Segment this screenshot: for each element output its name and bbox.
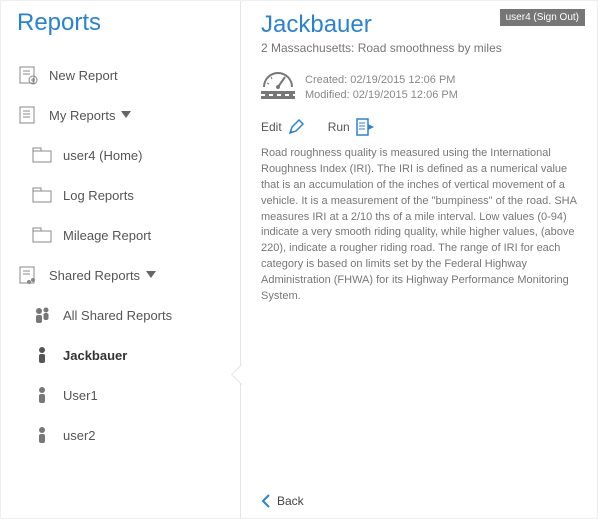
nav-label: New Report	[49, 68, 118, 83]
caret-down-icon	[146, 271, 156, 279]
gauge-icon	[261, 69, 295, 89]
nav-all-shared[interactable]: All Shared Reports	[17, 295, 240, 335]
nav-label: user2	[63, 428, 96, 443]
action-label: Edit	[261, 120, 282, 134]
main-panel: user4 (Sign Out) Jackbauer 2 Massachuset…	[241, 1, 597, 518]
nav-mileage-report[interactable]: Mileage Report	[17, 215, 240, 255]
description-text: Road roughness quality is measured using…	[261, 146, 583, 305]
person-icon	[31, 384, 53, 406]
report-new-icon	[17, 64, 39, 86]
report-shared-icon	[17, 264, 39, 286]
nav-label: user4 (Home)	[63, 148, 142, 163]
sidebar: Reports New Report My Reports user4 (Hom…	[1, 1, 241, 518]
nav-user1[interactable]: User1	[17, 375, 240, 415]
action-label: Run	[328, 120, 350, 134]
active-pointer	[229, 363, 241, 385]
page-subtitle: 2 Massachusetts: Road smoothness by mile…	[261, 41, 583, 55]
back-label: Back	[277, 494, 304, 508]
nav-label: All Shared Reports	[63, 308, 172, 323]
meta-icons	[261, 69, 305, 99]
nav-label: User1	[63, 388, 98, 403]
nav-my-reports[interactable]: My Reports	[17, 95, 240, 135]
nav-label: My Reports	[49, 108, 115, 123]
nav-shared-reports[interactable]: Shared Reports	[17, 255, 240, 295]
chevron-left-icon	[261, 494, 271, 508]
nav-new-report[interactable]: New Report	[17, 55, 240, 95]
pencil-icon	[288, 119, 304, 135]
road-icon	[261, 91, 295, 99]
person-icon	[31, 424, 53, 446]
report-icon	[17, 104, 39, 126]
meta-row: Created: 02/19/2015 12:06 PM Modified: 0…	[261, 69, 583, 104]
people-icon	[31, 304, 53, 326]
signout-button[interactable]: user4 (Sign Out)	[500, 9, 585, 26]
created-text: Created: 02/19/2015 12:06 PM	[305, 73, 458, 88]
nav-jackbauer[interactable]: Jackbauer	[17, 335, 240, 375]
nav-label: Mileage Report	[63, 228, 151, 243]
run-button[interactable]: Run	[328, 118, 374, 136]
reports-heading: Reports	[17, 9, 240, 37]
caret-down-icon	[121, 111, 131, 119]
back-button[interactable]: Back	[261, 494, 304, 508]
person-icon	[31, 344, 53, 366]
nav-label: Jackbauer	[63, 348, 127, 363]
edit-button[interactable]: Edit	[261, 118, 304, 136]
run-icon	[356, 118, 374, 136]
folder-icon	[31, 144, 53, 166]
nav-user-home[interactable]: user4 (Home)	[17, 135, 240, 175]
nav-user2[interactable]: user2	[17, 415, 240, 455]
nav-label: Log Reports	[63, 188, 134, 203]
nav-log-reports[interactable]: Log Reports	[17, 175, 240, 215]
nav-label: Shared Reports	[49, 268, 140, 283]
folder-icon	[31, 184, 53, 206]
folder-icon	[31, 224, 53, 246]
modified-text: Modified: 02/19/2015 12:06 PM	[305, 88, 458, 103]
